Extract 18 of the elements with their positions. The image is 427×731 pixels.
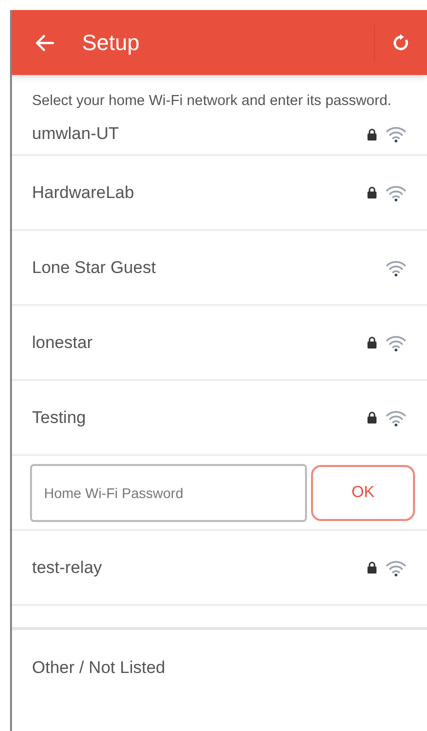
- network-row[interactable]: HardwareLab: [12, 156, 427, 231]
- network-row[interactable]: Testing: [12, 381, 427, 456]
- wifi-icon: [385, 125, 407, 143]
- ok-button[interactable]: OK: [311, 464, 415, 520]
- refresh-icon[interactable]: [391, 32, 411, 52]
- network-row[interactable]: Lone Star Guest: [12, 231, 427, 306]
- wifi-icon: [385, 408, 407, 426]
- wifi-icon: [385, 334, 407, 352]
- other-row[interactable]: Other / Not Listed: [12, 630, 427, 705]
- network-row[interactable]: test-relay: [12, 531, 427, 606]
- header-title: Setup: [82, 29, 140, 57]
- wifi-icon: [385, 558, 407, 576]
- wifi-icon: [385, 258, 407, 276]
- instructions-text: Select your home Wi-Fi network and enter its password.: [31, 92, 392, 111]
- password-field[interactable]: Home Wi-Fi Password: [30, 464, 307, 522]
- wifi-icon: [385, 184, 407, 202]
- network-row[interactable]: umwlan-UT: [12, 114, 427, 156]
- network-row[interactable]: lonestar: [12, 306, 427, 381]
